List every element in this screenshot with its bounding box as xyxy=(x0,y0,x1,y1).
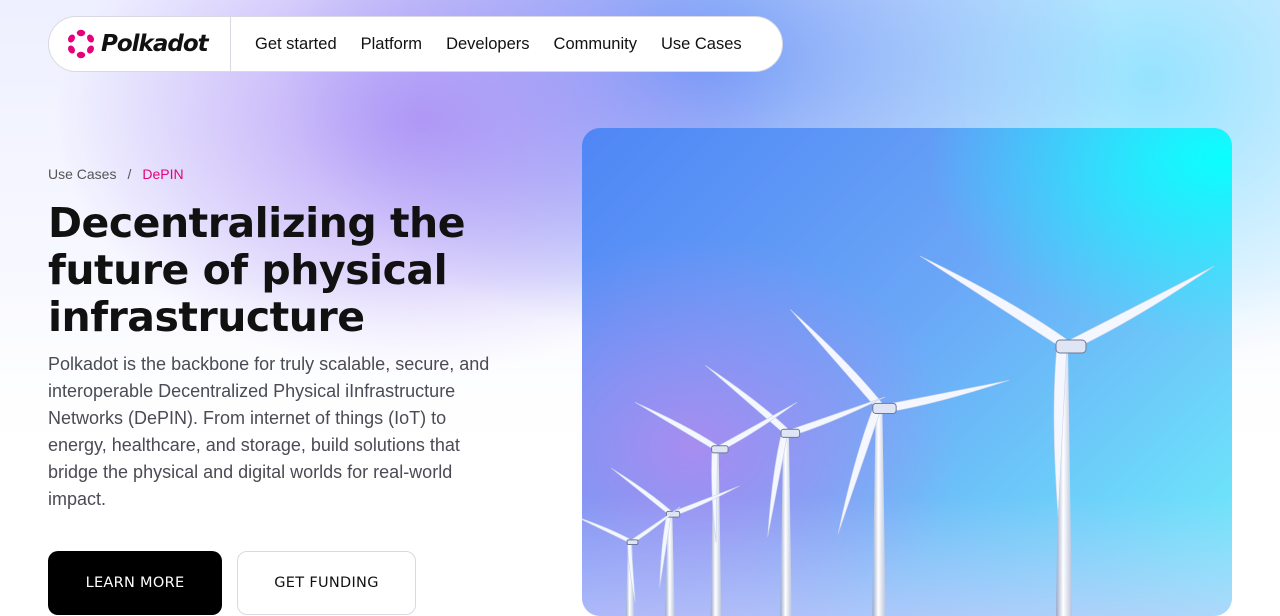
nav-item-community[interactable]: Community xyxy=(554,35,637,54)
polkadot-logo-icon xyxy=(68,29,94,59)
top-navigation: Polkadot Get started Platform Developers… xyxy=(48,16,783,72)
breadcrumb-separator: / xyxy=(127,166,132,182)
nav-item-platform[interactable]: Platform xyxy=(361,35,422,54)
breadcrumb-current: DePIN xyxy=(142,166,184,182)
page-title: Decentralizing the future of physical in… xyxy=(48,199,466,341)
main-menu: Get started Platform Developers Communit… xyxy=(231,35,766,54)
polkadot-logo[interactable]: Polkadot xyxy=(49,17,231,71)
breadcrumb: Use Cases / DePIN xyxy=(48,166,184,182)
nav-item-get-started[interactable]: Get started xyxy=(255,35,337,54)
wind-turbines-icon xyxy=(582,255,1215,616)
brand-name: Polkadot xyxy=(101,31,209,57)
breadcrumb-parent[interactable]: Use Cases xyxy=(48,166,116,182)
hero-description: Polkadot is the backbone for truly scala… xyxy=(48,354,490,509)
hero-image xyxy=(582,128,1232,616)
nav-item-use-cases[interactable]: Use Cases xyxy=(661,35,742,54)
get-funding-button[interactable]: GET FUNDING xyxy=(237,551,416,615)
nav-item-developers[interactable]: Developers xyxy=(446,35,529,54)
learn-more-button[interactable]: LEARN MORE xyxy=(48,551,222,615)
